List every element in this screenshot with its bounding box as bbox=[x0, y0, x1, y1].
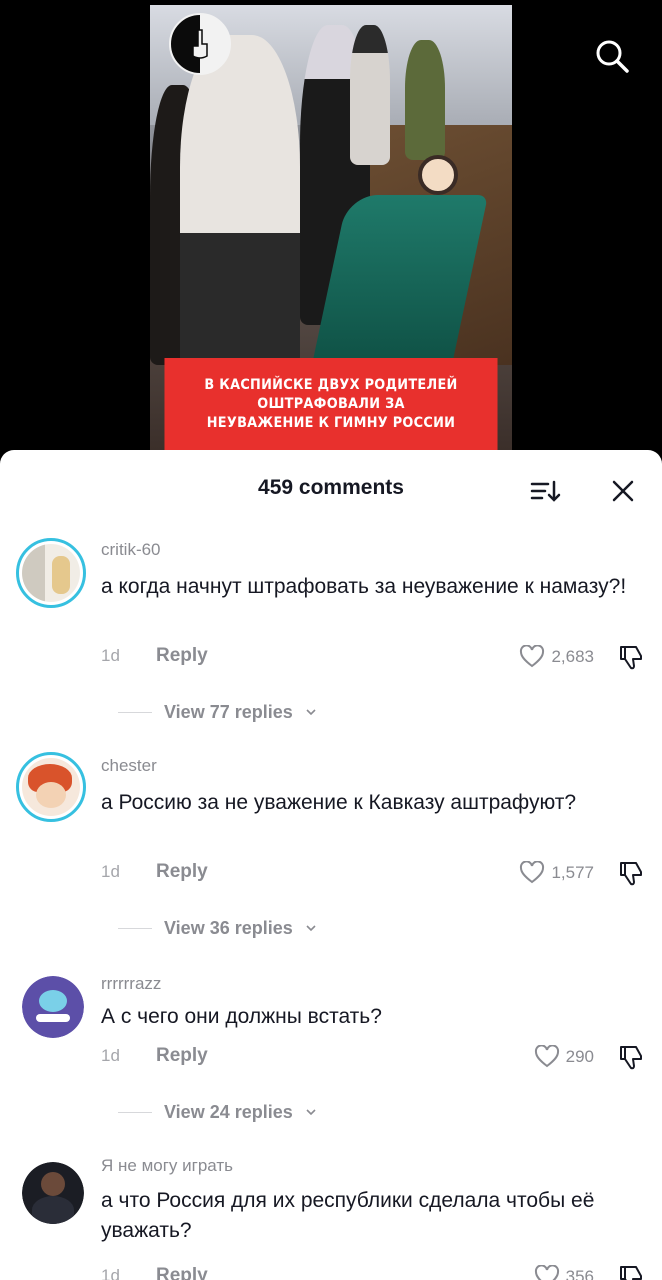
dislike-button[interactable] bbox=[616, 858, 646, 888]
like-count: 356 bbox=[565, 1267, 594, 1280]
replies-divider bbox=[118, 711, 152, 713]
dislike-button[interactable] bbox=[616, 642, 646, 672]
chevron-down-icon bbox=[306, 1109, 316, 1116]
video-person bbox=[405, 40, 445, 160]
face-cover-emoji-icon bbox=[418, 155, 458, 195]
comment-meta: 1d Reply 2,683 bbox=[101, 642, 646, 672]
reply-button[interactable]: Reply bbox=[156, 1265, 208, 1280]
video-caption-line: В КАСПИЙСКЕ ДВУХ РОДИТЕЛЕЙ bbox=[204, 376, 458, 393]
reply-button[interactable]: Reply bbox=[156, 645, 208, 667]
thumbs-down-icon bbox=[620, 1266, 642, 1280]
avatar[interactable] bbox=[22, 976, 84, 1038]
heart-icon bbox=[534, 1265, 559, 1280]
thumbs-down-icon bbox=[620, 862, 642, 886]
view-replies-button[interactable]: View 36 replies bbox=[118, 916, 317, 940]
comment-text: а что Россия для их республики сделала ч… bbox=[101, 1189, 595, 1242]
like-button[interactable]: 1,577 bbox=[519, 858, 594, 888]
sort-icon[interactable] bbox=[529, 476, 563, 506]
like-count: 2,683 bbox=[551, 647, 594, 666]
like-button[interactable]: 290 bbox=[534, 1042, 594, 1072]
comment-meta: 1d Reply 1,577 bbox=[101, 858, 646, 888]
like-count: 1,577 bbox=[551, 863, 594, 882]
comment-username[interactable]: rrrrrrazz bbox=[101, 974, 161, 994]
comment-time: 1d bbox=[101, 862, 120, 881]
video-caption-line: НЕУВАЖЕНИЕ К ГИМНУ РОССИИ bbox=[206, 414, 456, 431]
close-icon[interactable] bbox=[610, 478, 636, 504]
comments-header: 459 comments bbox=[0, 450, 662, 522]
chevron-down-icon bbox=[306, 925, 316, 932]
view-replies-button[interactable]: View 77 replies bbox=[118, 700, 317, 724]
view-replies-label: View 24 replies bbox=[164, 1101, 293, 1122]
comment-username[interactable]: critik-60 bbox=[101, 540, 161, 560]
reply-button[interactable]: Reply bbox=[156, 1045, 208, 1067]
comment-username[interactable]: Я не могу играть bbox=[101, 1156, 233, 1176]
comment-text: а Россию за не уважение к Кавказу аштраф… bbox=[101, 791, 577, 814]
comment-time: 1d bbox=[101, 1266, 120, 1280]
thumbs-down-icon bbox=[620, 646, 642, 670]
video-person bbox=[350, 25, 390, 165]
comment-username[interactable]: chester bbox=[101, 756, 157, 776]
search-icon[interactable] bbox=[592, 36, 632, 76]
comment-meta: 1d Reply 290 bbox=[101, 1042, 646, 1072]
like-button[interactable]: 356 bbox=[534, 1262, 594, 1280]
chevron-down-icon bbox=[306, 709, 316, 716]
comment-text: а когда начнут штрафовать за неуважение … bbox=[101, 575, 627, 598]
heart-icon bbox=[520, 861, 545, 884]
dislike-button[interactable] bbox=[616, 1042, 646, 1072]
video-caption-line: ОШТРАФОВАЛИ ЗА bbox=[257, 395, 405, 412]
comment-time: 1d bbox=[101, 646, 120, 665]
comment-text: А с чего они должны встать? bbox=[101, 1005, 382, 1028]
dislike-button[interactable] bbox=[616, 1262, 646, 1280]
avatar[interactable] bbox=[22, 1162, 84, 1224]
heart-icon bbox=[534, 1045, 559, 1068]
like-button[interactable]: 2,683 bbox=[519, 642, 594, 672]
avatar[interactable] bbox=[16, 538, 86, 608]
video-caption: В КАСПИЙСКЕ ДВУХ РОДИТЕЛЕЙ ОШТРАФОВАЛИ З… bbox=[164, 358, 498, 450]
heart-icon bbox=[520, 645, 545, 668]
like-count: 290 bbox=[565, 1047, 594, 1066]
replies-divider bbox=[118, 1111, 152, 1113]
video-area[interactable]: В КАСПИЙСКЕ ДВУХ РОДИТЕЛЕЙ ОШТРАФОВАЛИ З… bbox=[0, 0, 662, 460]
view-replies-label: View 77 replies bbox=[164, 701, 293, 722]
view-replies-button[interactable]: View 24 replies bbox=[118, 1100, 317, 1124]
avatar[interactable] bbox=[16, 752, 86, 822]
video-person bbox=[180, 35, 300, 365]
replies-divider bbox=[118, 927, 152, 929]
view-replies-label: View 36 replies bbox=[164, 917, 293, 938]
comment-time: 1d bbox=[101, 1046, 120, 1065]
comment-meta: 1d Reply 356 bbox=[101, 1262, 646, 1280]
reply-button[interactable]: Reply bbox=[156, 861, 208, 883]
comments-sheet: 459 comments critik-60 а когда начнут шт… bbox=[0, 450, 662, 1280]
thumbs-down-icon bbox=[620, 1046, 642, 1070]
channel-logo-icon bbox=[169, 13, 231, 75]
